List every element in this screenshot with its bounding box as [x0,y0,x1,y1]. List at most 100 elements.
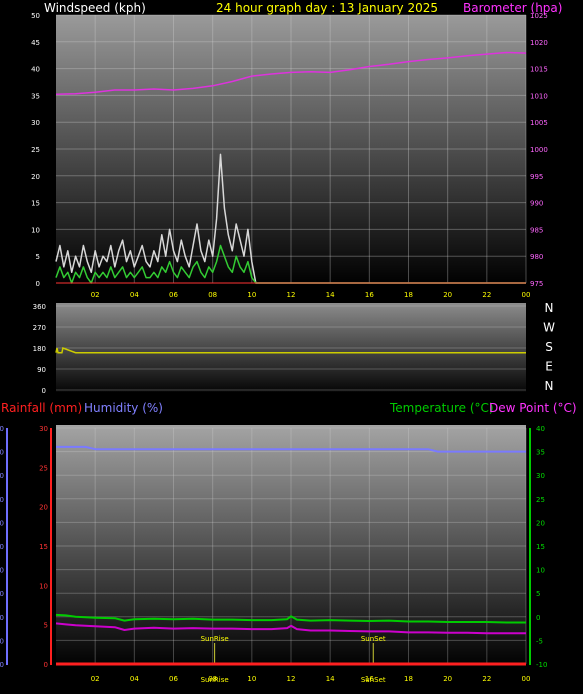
barometer-y-tick-label: 1020 [530,39,548,47]
humidity-y-tick-label: 80 [0,472,4,480]
sun-axis-label: SunSet [361,676,386,684]
wind-x-ticks: 02 04 06 08 10 12 14 16 18 20 22 00 [91,291,531,299]
sun-axis-label: SunRise [201,676,229,684]
humidity-y-tick-label: 70 [0,496,4,504]
barometer-y-tick-label: 1000 [530,146,548,154]
temperature-y-tick-label: 40 [536,425,545,433]
humidity-y-tick-label: 50 [0,543,4,551]
wind-y-tick-label: 35 [31,92,40,100]
temperature-x-ticks: 02 04 06 08 10 12 14 16 18 20 22 00 [91,675,531,683]
rainfall-y-tick-label: 15 [39,543,48,551]
wind-y-tick-label: 25 [31,146,40,154]
temperature-x-tick-label: 06 [169,675,178,683]
wind-x-tick-label: 20 [443,291,452,299]
temperature-x-tick-label: 04 [130,675,139,683]
compass-label: S [545,340,553,354]
barometer-y-tick-label: 1015 [530,66,548,74]
weather-graph: Windspeed (kph) 24 hour graph day : 13 J… [0,1,577,684]
direction-y-tick-label: 180 [33,345,46,353]
wind-axis-title: Windspeed (kph) [44,1,146,15]
barometer-y-tick-label: 980 [530,253,543,261]
barometer-y-tick-label: 990 [530,200,543,208]
temperature-y-tick-label: 20 [536,519,545,527]
barometer-y-ticks: 975 980 985 990 995 1000 1005 1010 1015 1020 1025 [530,12,548,288]
wind-y-tick-label: 15 [31,200,40,208]
temperature-x-tick-label: 14 [326,675,335,683]
wind-y-tick-label: 5 [36,253,40,261]
humidity-y-tick-label: 90 [0,449,4,457]
humidity-y-tick-label: 10 [0,637,4,645]
barometer-y-tick-label: 1025 [530,12,548,20]
temperature-y-tick-label: 5 [536,590,540,598]
barometer-y-tick-label: 975 [530,280,543,288]
wind-x-tick-label: 14 [326,291,335,299]
direction-y-ticks: 0 90 180 270 360 [33,303,46,395]
barometer-y-tick-label: 1010 [530,92,548,100]
temperature-x-tick-label: 10 [247,675,256,683]
temperature-x-tick-label: 18 [404,675,413,683]
wind-y-tick-label: 50 [31,12,40,20]
wind-x-tick-label: 02 [91,291,100,299]
humidity-y-tick-label: 40 [0,567,4,575]
sun-marker-label: SunRise [201,635,229,643]
rainfall-axis-title: Rainfall (mm) [1,401,82,415]
temperature-y-tick-label: 15 [536,543,545,551]
temperature-y-tick-label: 25 [536,496,545,504]
temperature-x-tick-label: 20 [443,675,452,683]
rainfall-y-tick-label: 0 [44,661,48,669]
barometer-y-tick-label: 985 [530,226,543,234]
wind-x-tick-label: 04 [130,291,139,299]
temperature-x-tick-label: 12 [287,675,296,683]
rainfall-y-ticks: 0 5 10 15 20 25 30 [39,425,48,669]
rainfall-y-tick-label: 5 [44,622,48,630]
wind-x-tick-label: 18 [404,291,413,299]
wind-y-tick-label: 40 [31,66,40,74]
compass-label: W [543,321,555,335]
direction-y-tick-label: 360 [33,303,46,311]
humidity-y-tick-label: 20 [0,614,4,622]
wind-y-tick-label: 20 [31,173,40,181]
humidity-y-tick-label: 60 [0,519,4,527]
wind-x-tick-label: 22 [482,291,491,299]
compass-label: E [545,360,553,374]
temperature-y-ticks: -10 -5 0 5 10 15 20 25 30 35 40 [536,425,547,669]
compass-label: N [545,379,554,393]
humidity-axis-title: Humidity (%) [84,401,163,415]
humidity-y-tick-label: 30 [0,590,4,598]
wind-x-tick-label: 12 [287,291,296,299]
rainfall-y-tick-label: 30 [39,425,48,433]
humidity-y-tick-label: 0 [0,661,4,669]
temperature-y-tick-label: 35 [536,449,545,457]
compass-labels: NWSEN [543,301,555,393]
temperature-y-tick-label: 30 [536,472,545,480]
direction-y-tick-label: 90 [37,366,46,374]
wind-x-tick-label: 06 [169,291,178,299]
humidity-y-tick-label: 100 [0,425,4,433]
wind-x-tick-label: 00 [522,291,531,299]
temperature-y-tick-label: 0 [536,614,540,622]
direction-y-tick-label: 270 [33,324,46,332]
rainfall-y-tick-label: 10 [39,582,48,590]
wind-y-tick-label: 30 [31,119,40,127]
dewpoint-axis-title: Dew Point (°C) [489,401,577,415]
rainfall-y-tick-label: 20 [39,504,48,512]
wind-x-tick-label: 10 [247,291,256,299]
barometer-y-tick-label: 1005 [530,119,548,127]
wind-x-tick-label: 16 [365,291,374,299]
direction-y-tick-label: 0 [42,387,46,395]
wind-y-tick-label: 45 [31,39,40,47]
sun-marker-label: SunSet [361,635,386,643]
temperature-axis-title: Temperature (°C) [389,401,494,415]
humidity-y-ticks: 0 10 20 30 40 50 60 70 80 90 100 [0,425,4,669]
graph-date-title: 24 hour graph day : 13 January 2025 [216,1,438,15]
temperature-x-tick-label: 00 [522,675,531,683]
wind-y-ticks: 0 5 10 15 20 25 30 35 40 45 50 [31,12,40,288]
wind-x-tick-label: 08 [208,291,217,299]
wind-y-tick-label: 0 [36,280,40,288]
temperature-x-tick-label: 02 [91,675,100,683]
temperature-y-tick-label: 10 [536,567,545,575]
temperature-x-tick-label: 22 [482,675,491,683]
temperature-y-tick-label: -5 [536,637,543,645]
compass-label: N [545,301,554,315]
barometer-y-tick-label: 995 [530,173,543,181]
